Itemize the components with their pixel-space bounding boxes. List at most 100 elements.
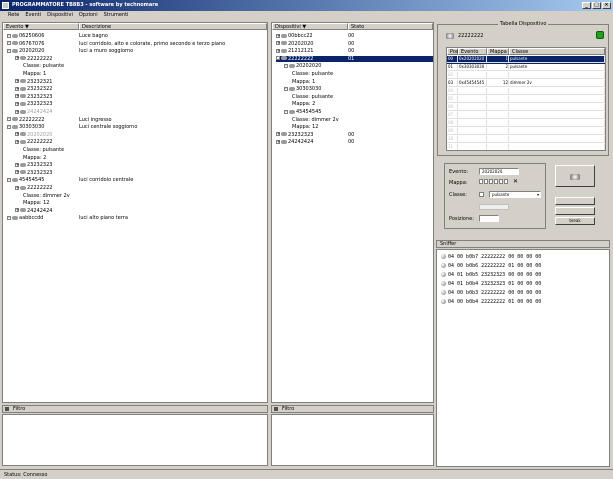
- table-row[interactable]: 02: [447, 72, 605, 80]
- expand-toggle-icon[interactable]: +: [15, 170, 19, 175]
- expand-toggle-icon[interactable]: +: [276, 48, 280, 53]
- expand-toggle-icon[interactable]: +: [15, 185, 19, 190]
- clear-map-icon[interactable]: ✕: [513, 178, 518, 185]
- device-tree-row[interactable]: Classe: dimmer 2v: [292, 117, 433, 123]
- classe-select[interactable]: pulsante ▾: [489, 191, 541, 198]
- write-button[interactable]: [555, 197, 595, 205]
- expand-toggle-icon[interactable]: -: [7, 124, 11, 129]
- event-tree-row[interactable]: - 30303030 Luci centrale soggiorno: [7, 124, 265, 130]
- expand-toggle-icon[interactable]: +: [15, 208, 19, 213]
- table-row[interactable]: 04: [447, 88, 605, 96]
- left-filter-area[interactable]: [2, 414, 268, 466]
- table-row[interactable]: 07: [447, 112, 605, 120]
- device-tree-row[interactable]: +00bbcc22 00: [276, 33, 433, 39]
- sniffer-row[interactable]: 04 00 b0b4 22222222 01 00 00 00: [441, 299, 541, 306]
- device-tree-row[interactable]: Mappa: 1: [292, 79, 433, 85]
- device-tree-row[interactable]: +22222222 01: [276, 55, 433, 62]
- column-header-descrizione[interactable]: Descrizione: [79, 23, 267, 30]
- event-tree-row[interactable]: - 22222222 Luci ingresso: [7, 117, 265, 123]
- devices-tree-panel[interactable]: Dispositivi ▼ Stato +00bbcc22 00 +20202020…: [271, 22, 434, 403]
- event-tree-row[interactable]: Mappa: 2: [23, 155, 265, 161]
- column-header-evento[interactable]: Evento ▼: [3, 23, 79, 30]
- event-tree-row[interactable]: +23232322: [15, 86, 265, 92]
- sniffer-row[interactable]: 04 00 b0b3 22222222 00 00 00 00: [441, 290, 541, 297]
- event-tree-row[interactable]: +23232323: [15, 101, 265, 107]
- device-table[interactable]: Pos Evento Mappa Classe 00 0x20202020 1 pul…: [446, 47, 606, 151]
- table-row[interactable]: 00 0x20202020 1 pulsante: [447, 56, 605, 64]
- event-tree-row[interactable]: - aabbccdd luci alto piano terra: [7, 215, 265, 221]
- device-tree-row[interactable]: - 45454545: [284, 109, 433, 115]
- sniffer-panel[interactable]: 04 00 b0b7 22222222 00 00 00 00 04 00 b0b…: [436, 249, 610, 467]
- sniffer-row[interactable]: 04 01 b0b4 23232323 01 00 00 00: [441, 281, 541, 288]
- table-header-pos[interactable]: Pos: [447, 48, 459, 55]
- device-tree-row[interactable]: - 30303030: [284, 86, 433, 92]
- expand-toggle-icon[interactable]: +: [15, 56, 19, 61]
- menu-dispositivi[interactable]: Dispositivi: [47, 11, 73, 20]
- event-tree-row[interactable]: +20202020: [15, 132, 265, 138]
- expand-toggle-icon[interactable]: +: [15, 139, 19, 144]
- expand-toggle-icon[interactable]: +: [15, 101, 19, 106]
- menu-strumenti[interactable]: Strumenti: [104, 11, 129, 20]
- table-row[interactable]: 11: [447, 144, 605, 150]
- expand-toggle-icon[interactable]: +: [15, 86, 19, 91]
- event-tree-row[interactable]: - 45454545 luci corridoio centrale: [7, 177, 265, 183]
- device-tree-row[interactable]: Mappa: 12: [292, 124, 433, 130]
- table-row[interactable]: 09: [447, 128, 605, 136]
- menu-rete[interactable]: Rete: [8, 11, 19, 20]
- table-row[interactable]: 01 0x30303030 2 pulsante: [447, 64, 605, 72]
- expand-toggle-icon[interactable]: -: [7, 215, 11, 220]
- expand-toggle-icon[interactable]: -: [7, 41, 11, 46]
- event-tree-row[interactable]: - 06250606 Luce bagno: [7, 33, 265, 39]
- expand-toggle-icon[interactable]: +: [15, 162, 19, 167]
- sniffer-row[interactable]: 04 01 b0b5 23232323 00 00 00 00: [441, 272, 541, 279]
- expand-toggle-icon[interactable]: +: [276, 41, 280, 46]
- menu-opzioni[interactable]: Opzioni: [79, 11, 98, 20]
- event-tree-row[interactable]: +23232323: [15, 162, 265, 168]
- expand-toggle-icon[interactable]: +: [276, 132, 280, 137]
- event-tree-row[interactable]: Mappa: 1: [23, 71, 265, 77]
- table-header-evento[interactable]: Evento: [458, 48, 487, 55]
- minimize-button[interactable]: _: [582, 2, 591, 9]
- event-tree-row[interactable]: - 06767076 luci corridoio, alto e colorate…: [7, 41, 265, 47]
- event-tree-row[interactable]: - 20202020 luci a muro soggiorno: [7, 48, 265, 54]
- menu-eventi[interactable]: Eventi: [25, 11, 41, 20]
- expand-toggle-icon[interactable]: +: [276, 33, 280, 38]
- table-header-classe[interactable]: Classe: [509, 48, 605, 55]
- expand-toggle-icon[interactable]: -: [7, 48, 11, 53]
- device-tree-row[interactable]: +24242424 00: [276, 139, 433, 145]
- device-tree-row[interactable]: Mappa: 2: [292, 101, 433, 107]
- event-tree-row[interactable]: +24242424: [15, 109, 265, 115]
- table-row[interactable]: 05: [447, 96, 605, 104]
- event-tree-row[interactable]: +22222222: [15, 139, 265, 145]
- column-header-dispositivi[interactable]: Dispositivi ▼: [272, 23, 348, 30]
- sniffer-row[interactable]: 04 00 b0b6 22222222 01 00 00 00: [441, 263, 541, 270]
- table-header-mappa[interactable]: Mappa: [487, 48, 509, 55]
- table-row[interactable]: 06: [447, 104, 605, 112]
- device-tree-row[interactable]: +21212121 00: [276, 48, 433, 54]
- expand-toggle-icon[interactable]: +: [15, 94, 19, 99]
- expand-toggle-icon[interactable]: +: [276, 56, 280, 61]
- table-row[interactable]: 10: [447, 136, 605, 144]
- break-button[interactable]: break: [555, 217, 595, 225]
- expand-toggle-icon[interactable]: -: [7, 177, 11, 182]
- event-tree-row[interactable]: +23232321: [15, 79, 265, 85]
- read-button[interactable]: [555, 207, 595, 215]
- expand-toggle-icon[interactable]: +: [15, 109, 19, 114]
- device-tree-row[interactable]: - 20202020: [284, 63, 433, 69]
- posizione-input[interactable]: [479, 215, 499, 222]
- maximize-button[interactable]: □: [592, 2, 601, 9]
- device-tree-row[interactable]: +23232323 00: [276, 132, 433, 138]
- mappa-checkboxes[interactable]: [479, 179, 508, 184]
- expand-toggle-icon[interactable]: -: [284, 109, 288, 114]
- event-tree-row[interactable]: +24242424: [15, 208, 265, 214]
- event-tree-row[interactable]: Mappa: 12: [23, 200, 265, 206]
- event-tree-row[interactable]: Classe: pulsante: [23, 147, 265, 153]
- event-tree-row[interactable]: +22222222: [15, 185, 265, 191]
- sniffer-row[interactable]: 04 00 b0b7 22222222 00 00 00 00: [441, 254, 541, 261]
- event-tree-row[interactable]: +22222222: [15, 56, 265, 62]
- middle-filter-area[interactable]: [271, 414, 434, 466]
- expand-toggle-icon[interactable]: -: [7, 117, 11, 122]
- event-tree-row[interactable]: +23232323: [15, 170, 265, 176]
- expand-toggle-icon[interactable]: +: [15, 132, 19, 137]
- apply-button[interactable]: [555, 165, 595, 187]
